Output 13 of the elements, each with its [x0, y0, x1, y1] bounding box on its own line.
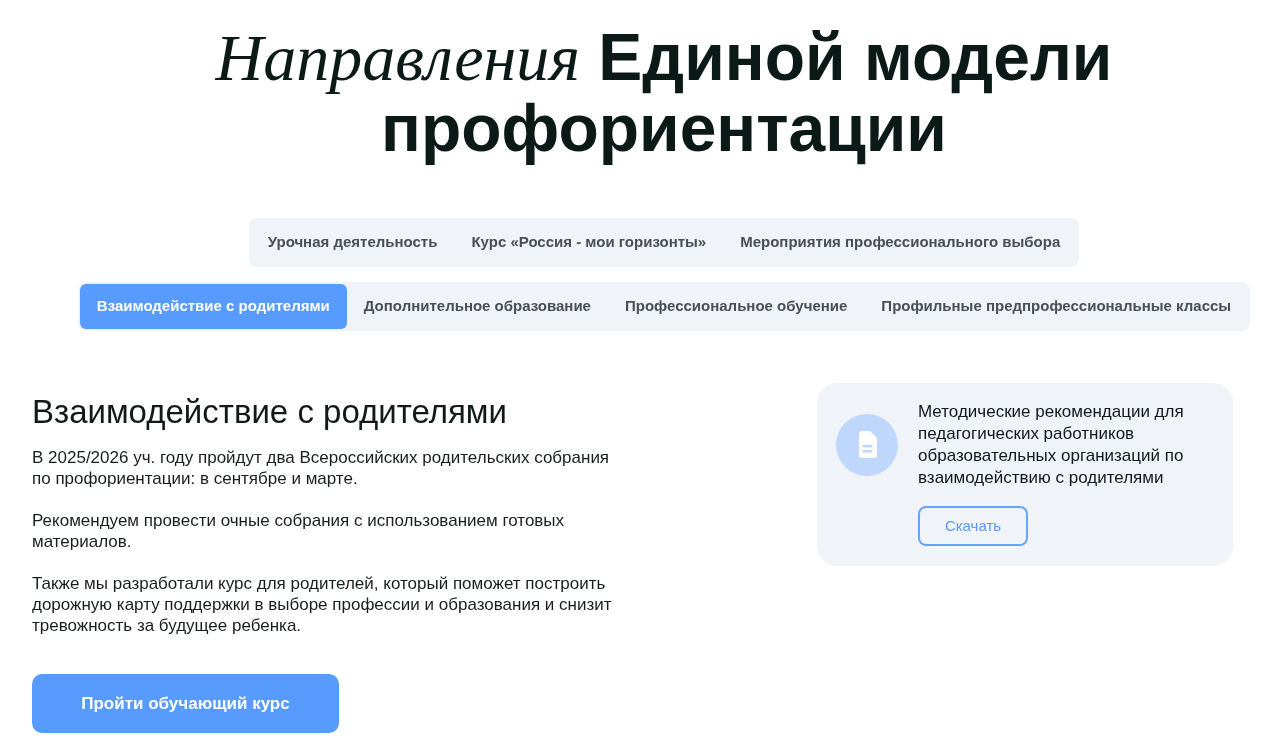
section-title: Взаимодействие с родителями: [32, 392, 508, 432]
page-title: Направления Единой модели профориентации: [214, 22, 1114, 163]
tab[interactable]: Профессиональное обучение: [607, 284, 865, 329]
paragraph: Также мы разработали курс для родителей, который поможет построить дорожную карту поддержки в выборе профессии и образования и снизит тревожность за будущее ребенка.: [32, 573, 613, 636]
tab[interactable]: Урочная деятельность: [250, 220, 455, 265]
card-description: Методические рекомендации для педагогических работников образовательных организаций по взаимодействию с родителями: [918, 401, 1185, 489]
tab[interactable]: Мероприятия профессионального выбора: [723, 220, 1078, 265]
document-icon: [836, 414, 898, 476]
paragraph: В 2025/2026 уч. году пройдут два Всероссийских родительских собрания по профориентации: в сентябре и марте.: [32, 447, 611, 489]
paragraph: Рекомендуем провести очные собрания с использованием готовых материалов.: [32, 510, 566, 552]
tab[interactable]: Курс «Россия - мои горизонты»: [454, 220, 724, 265]
tab[interactable]: Профильные предпрофессиональные классы: [864, 284, 1249, 329]
tab[interactable]: Дополнительное образование: [346, 284, 608, 329]
